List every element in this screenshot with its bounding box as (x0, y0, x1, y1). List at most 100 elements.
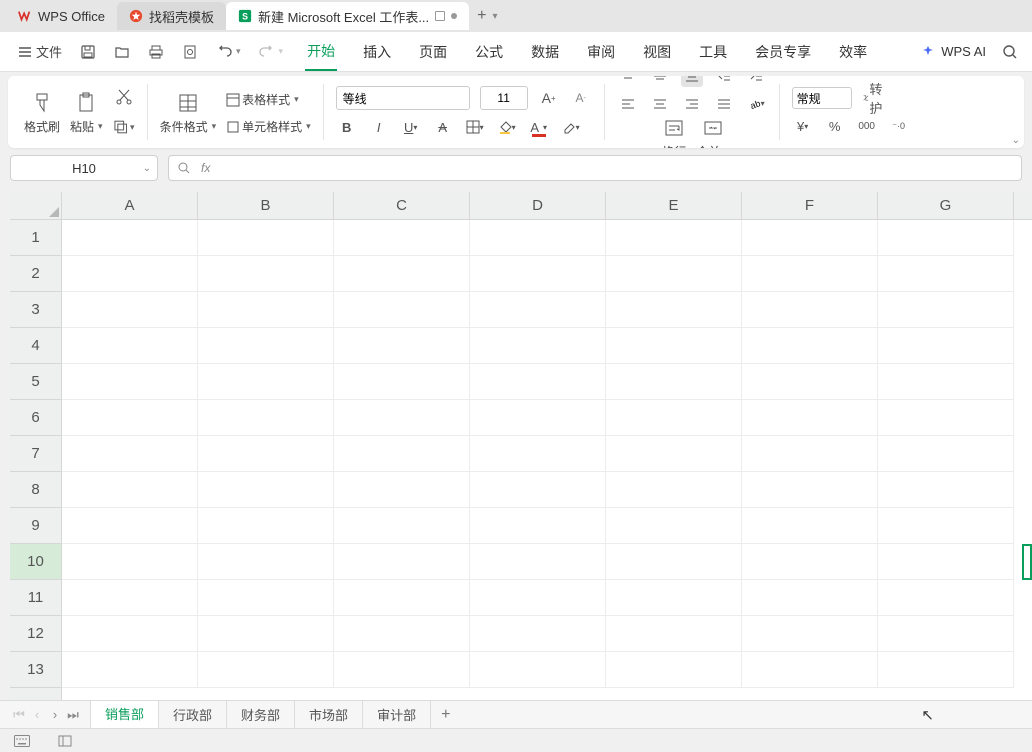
cell[interactable] (334, 544, 470, 580)
cell[interactable] (742, 220, 878, 256)
cell[interactable] (198, 220, 334, 256)
cell[interactable] (62, 436, 198, 472)
cell[interactable] (198, 580, 334, 616)
cell[interactable] (198, 652, 334, 688)
ribbon-expand-icon[interactable]: ⌄ (1012, 135, 1020, 146)
sheet-nav-next[interactable]: › (46, 706, 64, 724)
cell[interactable] (62, 364, 198, 400)
cell[interactable] (878, 652, 1014, 688)
cells-area[interactable] (62, 220, 1032, 702)
print-button[interactable] (140, 38, 172, 66)
cell[interactable] (62, 256, 198, 292)
row-header[interactable]: 10 (10, 544, 61, 580)
row-header[interactable]: 4 (10, 328, 61, 364)
cell[interactable] (878, 472, 1014, 508)
cell[interactable] (470, 220, 606, 256)
cell[interactable] (742, 580, 878, 616)
sheet-tab[interactable]: 市场部 (295, 701, 363, 729)
cell[interactable] (470, 364, 606, 400)
tab-formula[interactable]: 公式 (473, 34, 505, 70)
cell[interactable] (606, 472, 742, 508)
cell[interactable] (198, 472, 334, 508)
hamburger-button[interactable]: 文件 (10, 36, 70, 67)
cut-button[interactable] (113, 86, 135, 108)
tab-view[interactable]: 视图 (641, 34, 673, 70)
tab-insert[interactable]: 插入 (361, 34, 393, 70)
cell[interactable] (62, 220, 198, 256)
cell[interactable] (878, 256, 1014, 292)
cell[interactable] (606, 364, 742, 400)
font-name-select[interactable] (336, 86, 470, 110)
cell[interactable] (878, 580, 1014, 616)
paste-button[interactable] (75, 90, 97, 116)
name-box[interactable]: H10 ⌄ (10, 155, 158, 181)
cell[interactable] (470, 580, 606, 616)
italic-button[interactable]: I (368, 116, 390, 138)
zoom-icon[interactable] (177, 161, 191, 175)
search-button[interactable] (1002, 44, 1018, 60)
new-tab-button[interactable]: + ▾ (469, 7, 505, 25)
cell[interactable] (62, 544, 198, 580)
cell[interactable] (606, 652, 742, 688)
row-header[interactable]: 9 (10, 508, 61, 544)
cell[interactable] (742, 256, 878, 292)
sheet-nav-prev[interactable]: ‹ (28, 706, 46, 724)
col-header[interactable]: E (606, 192, 742, 219)
cell[interactable] (198, 400, 334, 436)
cell[interactable] (606, 508, 742, 544)
justify-button[interactable] (713, 93, 735, 115)
increase-font-button[interactable]: A+ (538, 87, 560, 109)
cell[interactable] (606, 328, 742, 364)
border-button[interactable]: ▾ (464, 116, 486, 138)
cell[interactable] (878, 364, 1014, 400)
cell[interactable] (198, 544, 334, 580)
cell[interactable] (742, 544, 878, 580)
cell[interactable] (878, 616, 1014, 652)
tab-window-icon[interactable] (435, 11, 445, 21)
merge-button[interactable] (702, 115, 724, 141)
undo-button[interactable]: ▾ (208, 38, 249, 66)
cell[interactable] (62, 580, 198, 616)
sheet-tab[interactable]: 销售部 (90, 701, 159, 729)
cell[interactable] (198, 292, 334, 328)
cell[interactable] (742, 292, 878, 328)
cell[interactable] (470, 616, 606, 652)
cell[interactable] (878, 328, 1014, 364)
tab-efficiency[interactable]: 效率 (837, 34, 869, 70)
align-left-button[interactable] (617, 93, 639, 115)
cell[interactable] (470, 544, 606, 580)
cell[interactable] (878, 544, 1014, 580)
copy-button[interactable] (113, 116, 135, 138)
cell[interactable] (198, 328, 334, 364)
decrease-font-button[interactable]: A- (570, 87, 592, 109)
cell[interactable] (62, 472, 198, 508)
align-middle-button[interactable] (649, 76, 671, 87)
cell[interactable] (470, 472, 606, 508)
cell[interactable] (62, 652, 198, 688)
select-all-corner[interactable] (10, 192, 62, 220)
comma-button[interactable]: 000 (856, 115, 878, 137)
cell[interactable] (334, 436, 470, 472)
col-header[interactable]: A (62, 192, 198, 219)
row-header[interactable]: 1 (10, 220, 61, 256)
redo-button[interactable]: ▾ (251, 38, 292, 66)
cell[interactable] (198, 616, 334, 652)
cell[interactable] (470, 652, 606, 688)
cell[interactable] (470, 292, 606, 328)
cell[interactable] (334, 616, 470, 652)
col-header[interactable]: F (742, 192, 878, 219)
cell[interactable] (62, 292, 198, 328)
percent-button[interactable]: % (824, 115, 846, 137)
cell[interactable] (198, 508, 334, 544)
cell[interactable] (334, 364, 470, 400)
cell[interactable] (470, 400, 606, 436)
sheet-tab[interactable]: 审计部 (363, 701, 431, 729)
cell[interactable] (334, 508, 470, 544)
col-header[interactable]: G (878, 192, 1014, 219)
cell[interactable] (334, 472, 470, 508)
fill-color-button[interactable]: ▾ (496, 116, 518, 138)
row-header[interactable]: 13 (10, 652, 61, 688)
cell[interactable] (742, 328, 878, 364)
add-sheet-button[interactable]: + (431, 706, 460, 724)
align-right-button[interactable] (681, 93, 703, 115)
